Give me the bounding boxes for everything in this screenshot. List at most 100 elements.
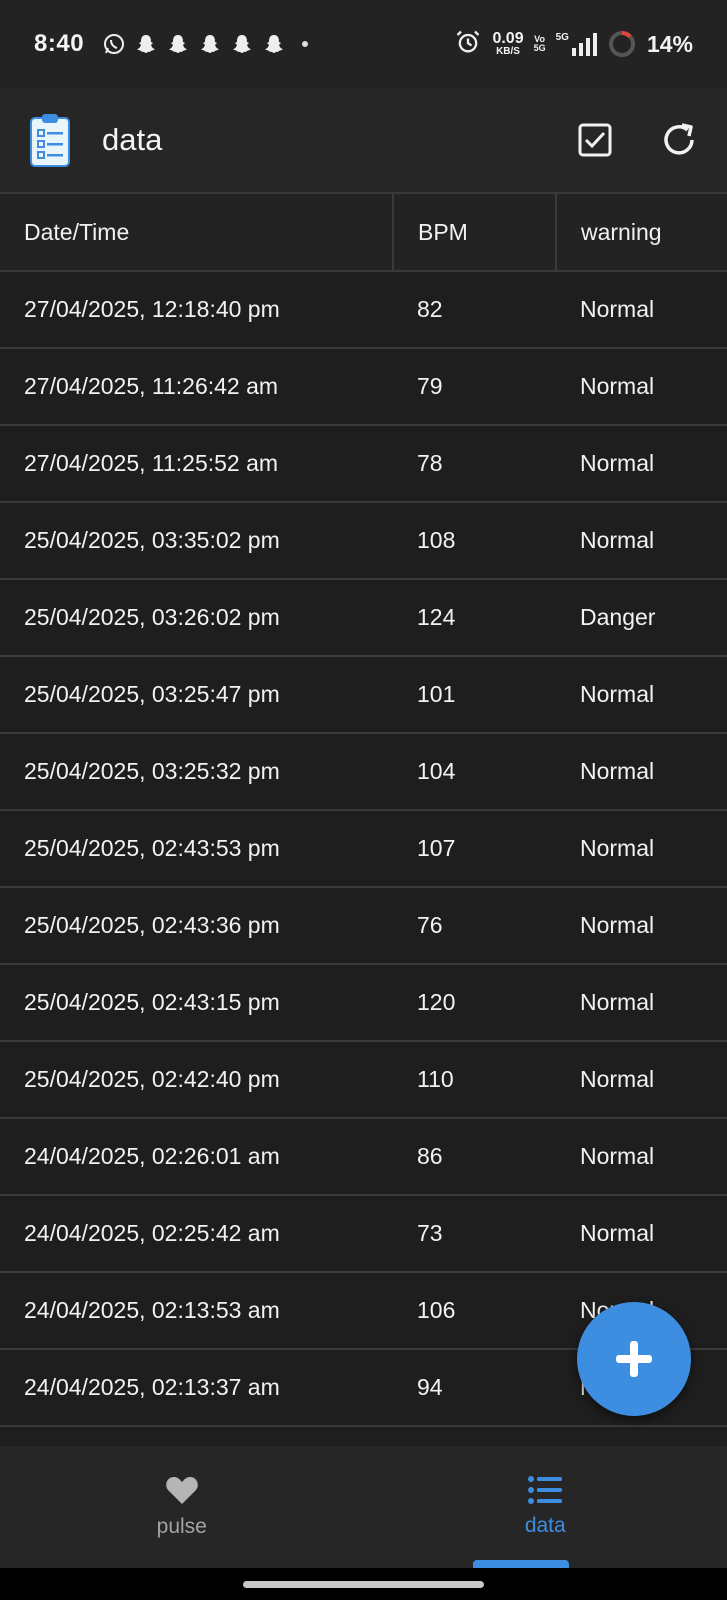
table-row[interactable]: 24/04/2025, 02:26:01 am 86 Normal — [0, 1118, 727, 1196]
battery-ring-icon — [607, 29, 637, 59]
cell-datetime: 24/04/2025, 02:13:37 am — [0, 1349, 393, 1427]
cell-datetime: 24/04/2025, 02:25:42 am — [0, 1195, 393, 1273]
nav-item-pulse[interactable]: pulse — [0, 1446, 364, 1568]
table-row[interactable]: 25/04/2025, 02:43:53 pm 107 Normal — [0, 810, 727, 888]
alarm-icon — [454, 28, 482, 61]
nav-item-data[interactable]: data — [364, 1446, 727, 1568]
table-row[interactable]: 27/04/2025, 11:26:42 am 79 Normal — [0, 348, 727, 426]
cell-warning: Normal — [556, 502, 727, 580]
cell-datetime: 25/04/2025, 03:26:02 pm — [0, 579, 393, 657]
cell-datetime: 24/04/2025, 02:26:01 am — [0, 1118, 393, 1196]
nav-label-data: data — [524, 1514, 566, 1537]
clipboard-list-icon — [28, 112, 72, 168]
cell-warning: Normal — [556, 425, 727, 503]
cell-bpm: 94 — [393, 1349, 556, 1427]
table-row[interactable]: 27/04/2025, 11:25:52 am 78 Normal — [0, 425, 727, 503]
status-time: 8:40 — [34, 30, 85, 57]
cell-bpm: 120 — [393, 964, 556, 1042]
network-speed-unit: KB/S — [496, 46, 520, 57]
select-button[interactable] — [575, 120, 615, 160]
snapchat-icon — [230, 32, 254, 56]
volte-bottom: 5G — [533, 43, 546, 53]
more-notifications-dot — [302, 41, 309, 47]
cell-bpm: 76 — [393, 887, 556, 965]
add-button[interactable] — [577, 1302, 691, 1416]
cell-datetime: 27/04/2025, 11:25:52 am — [0, 425, 393, 503]
cell-bpm: 79 — [393, 348, 556, 426]
table-row[interactable]: 25/04/2025, 03:35:02 pm 108 Normal — [0, 502, 727, 580]
table-header-row: Date/Time BPM warning — [0, 194, 727, 272]
cell-warning: Normal — [556, 887, 727, 965]
signal-indicator: 5G — [556, 32, 597, 56]
volte-indicator: Vo 5G — [534, 35, 546, 53]
table-row[interactable]: 25/04/2025, 03:26:02 pm 124 Danger — [0, 579, 727, 657]
active-tab-indicator — [472, 1560, 569, 1568]
table-row[interactable]: 25/04/2025, 02:43:15 pm 120 Normal — [0, 964, 727, 1042]
app-bar: data — [0, 88, 727, 194]
cell-bpm: 110 — [393, 1041, 556, 1119]
table-row[interactable]: 24/04/2025, 02:25:42 am 73 Normal — [0, 1195, 727, 1273]
cell-bpm: 124 — [393, 579, 556, 657]
snapchat-icon — [134, 32, 158, 56]
network-speed: 0.09 KB/S — [492, 31, 523, 57]
table-body: 27/04/2025, 12:18:40 pm 82 Normal 27/04/202… — [0, 271, 727, 1427]
table-row[interactable]: 27/04/2025, 12:18:40 pm 82 Normal — [0, 271, 727, 349]
notification-icons — [102, 32, 309, 56]
table-row[interactable]: 25/04/2025, 03:25:47 pm 101 Normal — [0, 656, 727, 734]
cell-warning: Normal — [556, 1041, 727, 1119]
battery-percent: 14% — [646, 30, 693, 57]
page-title: data — [102, 122, 163, 157]
cell-bpm: 104 — [393, 733, 556, 811]
list-icon — [528, 1476, 563, 1504]
cell-datetime: 25/04/2025, 02:43:53 pm — [0, 810, 393, 888]
bottom-nav: pulse data — [0, 1446, 727, 1568]
cell-warning: Normal — [556, 733, 727, 811]
cell-warning: Normal — [556, 271, 727, 349]
cell-datetime: 25/04/2025, 02:42:40 pm — [0, 1041, 393, 1119]
cell-datetime: 25/04/2025, 02:43:15 pm — [0, 964, 393, 1042]
table-row[interactable]: 25/04/2025, 02:42:40 pm 110 Normal — [0, 1041, 727, 1119]
network-speed-value: 0.09 — [492, 30, 524, 47]
refresh-icon — [664, 123, 694, 155]
refresh-button[interactable] — [659, 120, 699, 160]
column-header-datetime[interactable]: Date/Time — [0, 194, 394, 272]
column-header-warning[interactable]: warning — [556, 194, 727, 272]
network-type: 5G — [555, 32, 569, 43]
cell-warning: Normal — [556, 1118, 727, 1196]
cell-bpm: 78 — [393, 425, 556, 503]
cell-datetime: 25/04/2025, 03:35:02 pm — [0, 502, 393, 580]
checkbox-icon — [578, 123, 612, 157]
app-actions — [575, 120, 699, 160]
whatsapp-icon — [102, 32, 126, 56]
gesture-handle[interactable] — [243, 1581, 484, 1588]
cell-datetime: 27/04/2025, 11:26:42 am — [0, 348, 393, 426]
column-header-bpm[interactable]: BPM — [393, 194, 557, 272]
cell-warning: Danger — [556, 579, 727, 657]
data-table-container[interactable]: Date/Time BPM warning 27/04/2025, 12:18:… — [0, 194, 727, 1446]
plus-icon — [616, 1341, 652, 1377]
status-bar: 8:40 0.09 KB/S Vo 5G 5G 14% — [0, 0, 727, 88]
cell-warning: Normal — [556, 656, 727, 734]
system-navigation-area — [0, 1568, 727, 1600]
cell-datetime: 24/04/2025, 02:13:53 am — [0, 1272, 393, 1350]
nav-label-pulse: pulse — [156, 1515, 207, 1538]
cell-warning: Normal — [556, 810, 727, 888]
snapchat-icon — [166, 32, 190, 56]
cell-datetime: 25/04/2025, 03:25:47 pm — [0, 656, 393, 734]
cell-bpm: 82 — [393, 271, 556, 349]
table-row[interactable]: 25/04/2025, 02:43:36 pm 76 Normal — [0, 887, 727, 965]
cell-datetime: 25/04/2025, 03:25:32 pm — [0, 733, 393, 811]
data-table: Date/Time BPM warning 27/04/2025, 12:18:… — [0, 194, 727, 1427]
table-row[interactable]: 25/04/2025, 03:25:32 pm 104 Normal — [0, 733, 727, 811]
cell-warning: Normal — [556, 1195, 727, 1273]
cell-warning: Normal — [556, 348, 727, 426]
cell-bpm: 86 — [393, 1118, 556, 1196]
cell-bpm: 107 — [393, 810, 556, 888]
status-right: 0.09 KB/S Vo 5G 5G 14% — [454, 28, 693, 61]
cell-datetime: 27/04/2025, 12:18:40 pm — [0, 271, 393, 349]
signal-icon — [571, 33, 597, 56]
cell-bpm: 108 — [393, 502, 556, 580]
snapchat-icon — [262, 32, 286, 56]
cell-bpm: 101 — [393, 656, 556, 734]
cell-bpm: 106 — [393, 1272, 556, 1350]
